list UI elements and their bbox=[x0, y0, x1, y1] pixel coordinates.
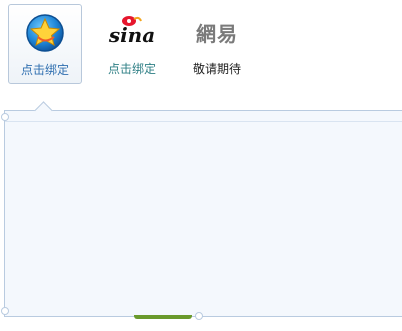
provider-qq-tile[interactable]: 点击绑定 bbox=[8, 4, 82, 84]
bottom-accent-bar bbox=[134, 315, 192, 319]
star-shield-icon bbox=[9, 11, 81, 55]
netease-logo-icon: 網易 bbox=[196, 21, 238, 46]
provider-sina-label: 点击绑定 bbox=[107, 62, 156, 76]
panel-corner-dot bbox=[1, 113, 9, 121]
content-panel bbox=[1, 101, 402, 320]
panel-top-divider bbox=[5, 111, 402, 122]
panel-corner-dot bbox=[195, 312, 203, 320]
binding-widget: 点击绑定 sina 点击绑定 網易 敬请期待 bbox=[0, 0, 402, 331]
provider-netease-label: 敬请期待 bbox=[192, 62, 241, 76]
provider-netease-tile: 網易 敬请期待 bbox=[180, 4, 254, 84]
svg-text:sina: sina bbox=[108, 23, 155, 47]
provider-sina-tile[interactable]: sina 点击绑定 bbox=[95, 4, 169, 84]
panel-corner-dot bbox=[1, 307, 9, 315]
provider-qq-label: 点击绑定 bbox=[20, 63, 69, 77]
sina-weibo-logo-icon: sina bbox=[95, 10, 169, 54]
